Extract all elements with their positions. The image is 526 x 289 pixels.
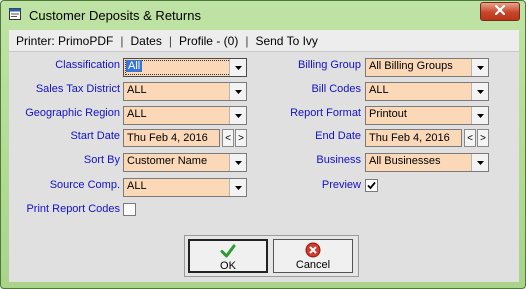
chevron-down-icon[interactable] bbox=[471, 83, 488, 100]
print-report-codes-label: Print Report Codes bbox=[26, 203, 120, 215]
menu-bar: Printer: PrimoPDF | Dates | Profile - (0… bbox=[9, 30, 519, 52]
classification-label: Classification bbox=[55, 59, 120, 71]
chevron-down-icon[interactable] bbox=[229, 154, 246, 171]
checkmark-icon bbox=[220, 243, 236, 259]
cancel-label: Cancel bbox=[295, 259, 331, 271]
report-format-select[interactable]: Printout bbox=[365, 106, 489, 125]
geographic-region-select[interactable]: ALL bbox=[123, 106, 247, 125]
start-date-prev-button[interactable]: < bbox=[222, 129, 234, 147]
preview-label: Preview bbox=[321, 179, 361, 191]
chevron-down-icon[interactable] bbox=[471, 59, 488, 76]
dialog-body: Classification All Sales Tax District AL… bbox=[9, 52, 519, 282]
start-date-next-button[interactable]: > bbox=[235, 129, 247, 147]
business-value: All Businesses bbox=[369, 155, 441, 167]
sort-by-value: Customer Name bbox=[127, 155, 208, 167]
billing-group-select[interactable]: All Billing Groups bbox=[365, 58, 489, 77]
bill-codes-select[interactable]: ALL bbox=[365, 82, 489, 101]
preview-checkbox[interactable] bbox=[365, 179, 378, 192]
end-date-next-button[interactable]: > bbox=[477, 129, 489, 147]
end-date-field[interactable]: Thu Feb 4, 2016 bbox=[365, 129, 462, 147]
report-format-label: Report Format bbox=[290, 107, 361, 119]
menu-dates[interactable]: Dates bbox=[123, 34, 168, 48]
action-buttons: OK Cancel bbox=[184, 235, 359, 277]
source-comp-label: Source Comp. bbox=[49, 179, 120, 191]
chevron-down-icon[interactable] bbox=[229, 107, 246, 124]
title-bar[interactable]: Customer Deposits & Returns bbox=[1, 1, 525, 29]
chevron-down-icon[interactable] bbox=[471, 107, 488, 124]
start-date-field[interactable]: Thu Feb 4, 2016 bbox=[123, 129, 220, 147]
bill-codes-value: ALL bbox=[369, 84, 389, 96]
menu-send-to-ivy[interactable]: Send To Ivy bbox=[248, 34, 324, 48]
start-date-label: Start Date bbox=[70, 130, 120, 142]
form-icon bbox=[9, 8, 21, 20]
chevron-down-icon[interactable] bbox=[471, 154, 488, 171]
close-button[interactable] bbox=[480, 2, 520, 21]
billing-group-label: Billing Group bbox=[298, 59, 361, 71]
business-select[interactable]: All Businesses bbox=[365, 153, 489, 172]
bill-codes-label: Bill Codes bbox=[311, 83, 361, 95]
chevron-down-icon[interactable] bbox=[229, 179, 246, 196]
source-comp-select[interactable]: ALL bbox=[123, 178, 247, 197]
billing-group-value: All Billing Groups bbox=[369, 60, 453, 72]
classification-select[interactable]: All bbox=[123, 58, 247, 77]
sales-tax-district-select[interactable]: ALL bbox=[123, 82, 247, 101]
dialog-window: Customer Deposits & Returns Printer: Pri… bbox=[0, 0, 526, 289]
window-title: Customer Deposits & Returns bbox=[29, 8, 201, 23]
end-date-label: End Date bbox=[315, 130, 361, 142]
geographic-region-label: Geographic Region bbox=[25, 107, 120, 119]
menu-profile[interactable]: Profile - (0) bbox=[172, 34, 245, 48]
close-icon bbox=[494, 4, 506, 19]
business-label: Business bbox=[316, 154, 361, 166]
report-format-value: Printout bbox=[369, 108, 407, 120]
geographic-region-value: ALL bbox=[127, 108, 147, 120]
ok-label: OK bbox=[220, 260, 236, 272]
classification-value: All bbox=[126, 60, 143, 72]
source-comp-value: ALL bbox=[127, 180, 147, 192]
checkmark-icon bbox=[367, 181, 376, 190]
chevron-down-icon[interactable] bbox=[229, 59, 246, 76]
end-date-prev-button[interactable]: < bbox=[464, 129, 476, 147]
sales-tax-district-label: Sales Tax District bbox=[35, 83, 120, 95]
menu-printer[interactable]: Printer: PrimoPDF bbox=[9, 34, 120, 48]
cancel-icon bbox=[305, 242, 321, 258]
print-report-codes-checkbox[interactable] bbox=[123, 203, 136, 216]
sort-by-label: Sort By bbox=[83, 154, 120, 166]
chevron-down-icon[interactable] bbox=[229, 83, 246, 100]
ok-button[interactable]: OK bbox=[188, 239, 268, 273]
sort-by-select[interactable]: Customer Name bbox=[123, 153, 247, 172]
sales-tax-district-value: ALL bbox=[127, 84, 147, 96]
cancel-button[interactable]: Cancel bbox=[273, 239, 353, 273]
